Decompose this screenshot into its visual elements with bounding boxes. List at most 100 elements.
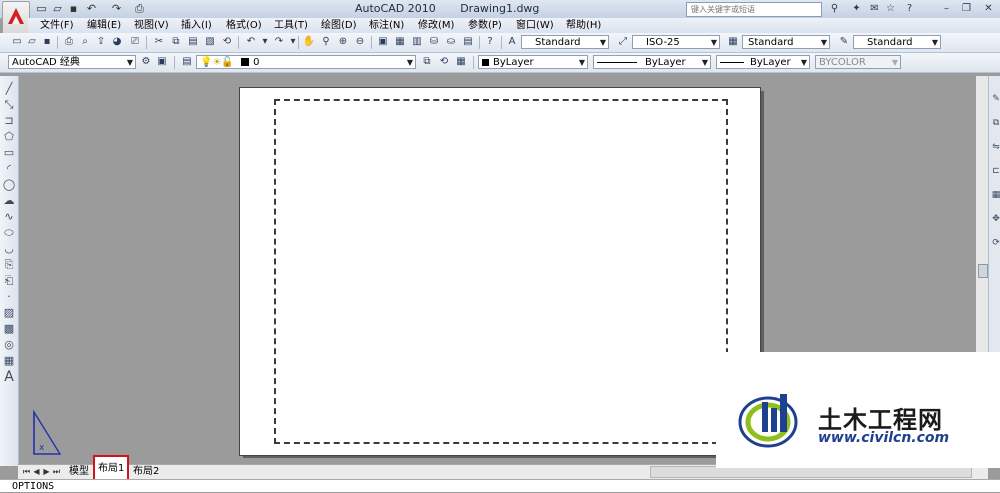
table-style-select[interactable]: Standard ▼ bbox=[742, 35, 830, 49]
prev-tab-icon[interactable]: ◀ bbox=[32, 467, 41, 477]
help-icon[interactable]: ? bbox=[903, 2, 916, 15]
menu-modify[interactable]: 修改(M) bbox=[418, 19, 454, 32]
communication-icon[interactable]: ✉ bbox=[868, 2, 881, 15]
markup-icon[interactable]: ⛀ bbox=[444, 35, 458, 49]
calculator-icon[interactable]: ▤ bbox=[461, 35, 475, 49]
redo-icon[interactable]: ↷ bbox=[110, 2, 123, 15]
text-style-select[interactable]: Standard ▼ bbox=[521, 35, 609, 49]
multiline-text-icon[interactable]: A bbox=[2, 370, 16, 384]
open-folder-icon[interactable]: ▱ bbox=[51, 2, 64, 15]
circle-icon[interactable]: ◯ bbox=[2, 178, 16, 192]
minimize-icon[interactable]: – bbox=[940, 2, 953, 15]
menu-edit[interactable]: 编辑(E) bbox=[87, 19, 121, 32]
menu-parameters[interactable]: 参数(P) bbox=[468, 19, 502, 32]
erase-icon[interactable]: ✎ bbox=[989, 92, 1000, 106]
undo-dropdown-icon[interactable]: ▾ bbox=[258, 35, 272, 49]
3d-dwf-icon[interactable]: ◕ bbox=[110, 35, 124, 49]
tab-layout2[interactable]: 布局2 bbox=[130, 465, 162, 479]
point-icon[interactable]: · bbox=[2, 290, 16, 304]
make-current-layer-icon[interactable]: ⧉ bbox=[420, 55, 434, 69]
array-icon[interactable]: ▦ bbox=[989, 188, 1000, 202]
save-icon[interactable]: ▪ bbox=[40, 35, 54, 49]
new-file-icon[interactable]: ▭ bbox=[35, 2, 48, 15]
layer-states-icon[interactable]: ▦ bbox=[454, 55, 468, 69]
favorites-icon[interactable]: ☆ bbox=[884, 2, 897, 15]
open-icon[interactable]: ▱ bbox=[25, 35, 39, 49]
print-icon[interactable]: ⎙ bbox=[133, 2, 146, 15]
undo-icon[interactable]: ↶ bbox=[244, 35, 258, 49]
construction-line-icon[interactable]: ⤡ bbox=[2, 98, 16, 112]
rotate-icon[interactable]: ⟳ bbox=[989, 236, 1000, 250]
table-icon[interactable]: ▦ bbox=[2, 354, 16, 368]
ellipse-arc-icon[interactable]: ◡ bbox=[2, 242, 16, 256]
polyline-icon[interactable]: ⊐ bbox=[2, 114, 16, 128]
subscription-icon[interactable]: ✦ bbox=[850, 2, 863, 15]
layer-select[interactable]: 💡☀🔓 0 ▼ bbox=[196, 55, 416, 69]
rectangle-icon[interactable]: ▭ bbox=[2, 146, 16, 160]
spline-icon[interactable]: ∿ bbox=[2, 210, 16, 224]
menu-file[interactable]: 文件(F) bbox=[40, 19, 74, 32]
revision-cloud-icon[interactable]: ☁ bbox=[2, 194, 16, 208]
ellipse-icon[interactable]: ⬭ bbox=[2, 226, 16, 240]
layer-manager-icon[interactable]: ▤ bbox=[180, 55, 194, 69]
linetype-select[interactable]: ByLayer ▼ bbox=[593, 55, 711, 69]
gradient-icon[interactable]: ▩ bbox=[2, 322, 16, 336]
region-icon[interactable]: ◎ bbox=[2, 338, 16, 352]
zoom-window-icon[interactable]: ⊕ bbox=[336, 35, 350, 49]
multileader-style-select[interactable]: Standard ▼ bbox=[853, 35, 941, 49]
arc-icon[interactable]: ◜ bbox=[2, 162, 16, 176]
qnew-icon[interactable]: ▭ bbox=[10, 35, 24, 49]
dim-style-select[interactable]: ISO-25 ▼ bbox=[632, 35, 720, 49]
move-icon[interactable]: ✥ bbox=[989, 212, 1000, 226]
close-icon[interactable]: ✕ bbox=[982, 2, 995, 15]
offset-icon[interactable]: ⊏ bbox=[989, 164, 1000, 178]
plot-icon[interactable]: ⎙ bbox=[62, 35, 76, 49]
polygon-icon[interactable]: ⬠ bbox=[2, 130, 16, 144]
workspace-settings-icon[interactable]: ⚙ bbox=[139, 55, 153, 69]
restore-icon[interactable]: ❐ bbox=[960, 2, 973, 15]
tab-model[interactable]: 模型 bbox=[66, 465, 92, 479]
menu-window[interactable]: 窗口(W) bbox=[516, 19, 554, 32]
last-tab-icon[interactable]: ⏭ bbox=[52, 467, 61, 477]
copy-icon[interactable]: ⧉ bbox=[169, 35, 183, 49]
autocad-logo-icon[interactable] bbox=[2, 1, 30, 35]
table-style-icon[interactable]: ▦ bbox=[726, 35, 740, 49]
menu-tools[interactable]: 工具(T) bbox=[274, 19, 308, 32]
layer-previous-icon[interactable]: ⟲ bbox=[437, 55, 451, 69]
menu-help[interactable]: 帮助(H) bbox=[566, 19, 601, 32]
dim-style-icon[interactable]: ⤢ bbox=[616, 35, 630, 49]
save-icon[interactable]: ▪ bbox=[67, 2, 80, 15]
match-properties-icon[interactable]: ▧ bbox=[203, 35, 217, 49]
redo-icon[interactable]: ↷ bbox=[272, 35, 286, 49]
line-icon[interactable]: ╱ bbox=[2, 82, 16, 96]
zoom-realtime-icon[interactable]: ⚲ bbox=[319, 35, 333, 49]
plot-preview-icon[interactable]: ⌕ bbox=[78, 35, 92, 49]
multileader-style-icon[interactable]: ✎ bbox=[837, 35, 851, 49]
design-center-icon[interactable]: ▦ bbox=[393, 35, 407, 49]
workspace-select[interactable]: AutoCAD 经典 ▼ bbox=[8, 55, 136, 69]
menu-format[interactable]: 格式(O) bbox=[226, 19, 262, 32]
copy-object-icon[interactable]: ⧉ bbox=[989, 116, 1000, 130]
binoculars-icon[interactable]: ⚲ bbox=[828, 2, 841, 15]
menu-view[interactable]: 视图(V) bbox=[134, 19, 169, 32]
text-style-icon[interactable]: A bbox=[505, 35, 519, 49]
next-tab-icon[interactable]: ▶ bbox=[42, 467, 51, 477]
block-editor-icon[interactable]: ⟲ bbox=[220, 35, 234, 49]
publish-icon[interactable]: ⇪ bbox=[94, 35, 108, 49]
make-block-icon[interactable]: ⎗ bbox=[2, 274, 16, 288]
help-icon[interactable]: ? bbox=[483, 35, 497, 49]
scrollbar-thumb[interactable] bbox=[978, 264, 988, 278]
zoom-previous-icon[interactable]: ⊖ bbox=[353, 35, 367, 49]
mirror-icon[interactable]: ⇋ bbox=[989, 140, 1000, 154]
search-input[interactable]: 键入关键字或短语 bbox=[686, 2, 822, 17]
menu-insert[interactable]: 插入(I) bbox=[181, 19, 212, 32]
hatch-icon[interactable]: ▨ bbox=[2, 306, 16, 320]
tab-layout1[interactable]: 布局1 bbox=[93, 455, 130, 481]
workspace-switch-icon[interactable]: ▣ bbox=[155, 55, 169, 69]
menu-dimension[interactable]: 标注(N) bbox=[369, 19, 404, 32]
properties-icon[interactable]: ▣ bbox=[376, 35, 390, 49]
pan-icon[interactable]: ✋ bbox=[302, 35, 316, 49]
tool-palettes-icon[interactable]: ▥ bbox=[410, 35, 424, 49]
color-select[interactable]: ByLayer ▼ bbox=[478, 55, 588, 69]
sheet-set-icon[interactable]: ⛁ bbox=[427, 35, 441, 49]
